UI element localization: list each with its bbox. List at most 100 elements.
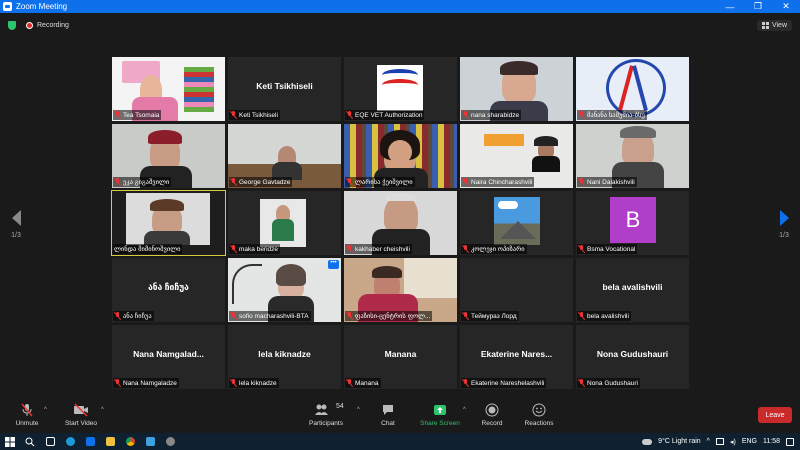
participant-tile[interactable]: ფაზისი-ცენტრის ფოლ...: [344, 258, 457, 322]
participant-name-label: Nona Gudushauri: [577, 378, 640, 388]
view-button[interactable]: View: [756, 20, 792, 31]
chrome-icon: [125, 437, 135, 446]
participant-name-label: ანა ჩიჩუა: [113, 311, 154, 321]
video-options-chevron-icon[interactable]: ^: [101, 407, 104, 413]
participant-name-label: კოლეჯი ოპიზარი: [461, 244, 527, 254]
participant-tile[interactable]: ეკა გიგაშვილი: [112, 124, 225, 188]
prev-page-indicator: 1/3: [11, 232, 21, 239]
participant-name-label: ეკა გიგაშვილი: [113, 177, 172, 187]
file-explorer-button[interactable]: [100, 433, 120, 450]
mic-muted-icon: [230, 111, 237, 119]
unmute-label: Unmute: [15, 420, 39, 427]
participant-tile[interactable]: EQE VET Authorization: [344, 57, 457, 121]
notifications-icon[interactable]: [786, 437, 794, 446]
clock[interactable]: 11:58: [763, 438, 780, 445]
next-page-indicator: 1/3: [779, 232, 789, 239]
chrome-taskbar-button[interactable]: [120, 433, 140, 450]
participant-display-name: ანა ჩიჩუა: [148, 282, 189, 292]
participant-tile[interactable]: Naira Chincharashvili: [460, 124, 573, 188]
search-icon: [25, 437, 35, 446]
title-bar: Zoom Meeting — ❐ ✕: [0, 0, 800, 13]
unmute-button[interactable]: Unmute: [12, 403, 42, 427]
mic-muted-icon: [462, 178, 469, 186]
leave-button[interactable]: Leave: [758, 407, 792, 423]
system-tray: 9°C Light rain ^ ◂) ENG 11:58: [642, 433, 800, 450]
recording-status[interactable]: Recording: [37, 22, 69, 29]
participant-tile[interactable]: Tea Tsomaia: [112, 57, 225, 121]
mic-muted-icon: [114, 178, 121, 186]
video-camera-off-icon: [62, 403, 100, 417]
prev-page-button[interactable]: 1/3: [8, 210, 24, 239]
settings-taskbar-button[interactable]: [160, 433, 180, 450]
participants-options-chevron-icon[interactable]: ^: [357, 407, 360, 413]
participant-tile[interactable]: კოლეჯი ოპიზარი: [460, 191, 573, 255]
minimize-button[interactable]: —: [716, 0, 744, 13]
language-indicator[interactable]: ENG: [742, 438, 757, 445]
start-video-label: Start Video: [64, 420, 98, 427]
grid-view-icon: [761, 22, 769, 29]
reactions-label: Reactions: [524, 420, 554, 427]
participant-tile[interactable]: ლარისა ჭეიშვილი: [344, 124, 457, 188]
audio-options-chevron-icon[interactable]: ^: [44, 407, 47, 413]
volume-icon[interactable]: ◂): [730, 438, 736, 446]
record-button[interactable]: Record: [478, 403, 506, 427]
participant-name-label: kakhaber cheishvili: [345, 244, 412, 254]
microphone-muted-icon: [12, 403, 42, 417]
participant-tile[interactable]: bela avalishvili bela avalishvili: [576, 258, 689, 322]
participant-tile[interactable]: George Gavtadze: [228, 124, 341, 188]
participant-tile[interactable]: Ekaterine Nares... Ekaterine Nareshelash…: [460, 325, 573, 389]
mic-muted-icon: [346, 312, 353, 320]
next-page-button[interactable]: 1/3: [776, 210, 792, 239]
participant-tile[interactable]: lela kiknadze lela kiknadze: [228, 325, 341, 389]
share-options-chevron-icon[interactable]: ^: [463, 407, 466, 413]
participant-name-label: lela kiknadze: [229, 378, 279, 388]
mic-muted-icon: [462, 312, 469, 320]
participant-tile[interactable]: Keti Tsikhiseli Keti Tsikhiseli: [228, 57, 341, 121]
reactions-button[interactable]: Reactions: [522, 403, 556, 427]
zoom-taskbar-button[interactable]: [80, 433, 100, 450]
security-shield-icon[interactable]: [8, 20, 16, 30]
mic-muted-icon: [462, 379, 469, 387]
participants-button[interactable]: 54 Participants: [304, 403, 348, 427]
start-video-button[interactable]: Start Video: [62, 403, 100, 427]
participant-tile[interactable]: Nona Gudushauri Nona Gudushauri: [576, 325, 689, 389]
chat-button[interactable]: Chat: [374, 403, 402, 427]
folder-icon: [105, 437, 115, 446]
reactions-smiley-icon: [522, 403, 556, 417]
chevron-up-icon[interactable]: ^: [707, 438, 710, 445]
participant-tile[interactable]: ანა ჩიჩუა ანა ჩიჩუა: [112, 258, 225, 322]
participant-tile[interactable]: Nana Namgalad... Nana Namgaladze: [112, 325, 225, 389]
participant-tile[interactable]: ••• sofio macharashvili-BTA: [228, 258, 341, 322]
app-taskbar-button[interactable]: [140, 433, 160, 450]
mic-muted-icon: [230, 245, 237, 253]
mic-muted-icon: [578, 111, 585, 119]
participant-tile[interactable]: Manana Manana: [344, 325, 457, 389]
mic-muted-icon: [462, 111, 469, 119]
mic-muted-icon: [114, 312, 121, 320]
edge-taskbar-button[interactable]: [60, 433, 80, 450]
mic-muted-icon: [578, 312, 585, 320]
restore-button[interactable]: ❐: [744, 0, 772, 13]
participant-tile-active-speaker[interactable]: ლინდა მიმინოშვილი: [111, 190, 226, 256]
participant-tile[interactable]: B Bsma Vocational: [576, 191, 689, 255]
chat-label: Chat: [381, 420, 395, 427]
share-screen-button[interactable]: Share Screen: [418, 403, 462, 427]
start-button[interactable]: [0, 433, 20, 450]
mic-muted-icon: [114, 111, 121, 119]
more-options-button[interactable]: •••: [328, 260, 339, 269]
participant-tile[interactable]: maka beridze: [228, 191, 341, 255]
search-taskbar-button[interactable]: [20, 433, 40, 450]
network-icon[interactable]: [715, 438, 724, 445]
participant-tile[interactable]: nana sharabidze: [460, 57, 573, 121]
participant-tile[interactable]: მანანა სამუშია-ბსუ: [576, 57, 689, 121]
participant-name-label: EQE VET Authorization: [345, 110, 425, 120]
participant-tile[interactable]: Теймураз Лорд: [460, 258, 573, 322]
participant-display-name: Manana: [384, 349, 417, 359]
participant-tile[interactable]: kakhaber cheishvili: [344, 191, 457, 255]
close-button[interactable]: ✕: [772, 0, 800, 13]
participant-display-name: Ekaterine Nares...: [480, 349, 553, 359]
weather-status[interactable]: 9°C Light rain: [658, 438, 701, 445]
meeting-top-bar: Recording View: [0, 13, 800, 37]
participant-tile[interactable]: Nani Dalakishvili: [576, 124, 689, 188]
task-view-button[interactable]: [40, 433, 60, 450]
